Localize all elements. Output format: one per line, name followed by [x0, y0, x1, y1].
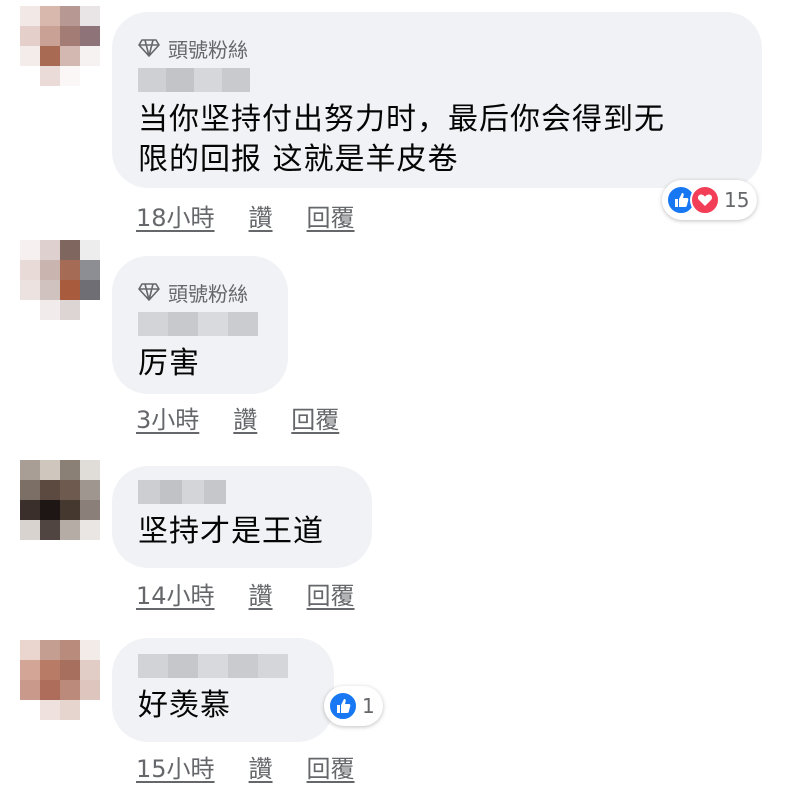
badge-label: 頭號粉絲 — [168, 37, 248, 62]
reply-button[interactable]: 回覆 — [307, 576, 355, 611]
top-fan-badge: 頭號粉絲 — [138, 278, 262, 306]
like-button[interactable]: 讚 — [249, 576, 273, 611]
avatar[interactable] — [20, 460, 100, 540]
comment-bubble: 好羡慕 — [112, 638, 334, 742]
author-name[interactable] — [138, 68, 736, 92]
comment-bubble: 頭號粉絲 厉害 — [112, 256, 288, 394]
love-icon — [690, 185, 720, 215]
timestamp-link[interactable]: 3小時 — [136, 400, 199, 435]
author-name[interactable] — [138, 312, 262, 336]
badge-label: 頭號粉絲 — [168, 281, 248, 306]
reaction-summary[interactable]: 1 — [324, 686, 383, 726]
like-button[interactable]: 讚 — [249, 198, 273, 233]
like-icon — [328, 691, 358, 721]
comment-bubble: 頭號粉絲 当你坚持付出努力时，最后你会得到无 限的回报 这就是羊皮卷 — [112, 12, 762, 188]
diamond-icon — [138, 283, 160, 301]
reply-button[interactable]: 回覆 — [307, 749, 355, 784]
top-fan-badge: 頭號粉絲 — [138, 34, 736, 62]
comment-actions: 18小時 讚 回覆 — [136, 198, 389, 233]
reaction-count: 1 — [362, 694, 375, 718]
reply-button[interactable]: 回覆 — [307, 198, 355, 233]
author-name[interactable] — [138, 480, 346, 504]
reaction-summary[interactable]: 15 — [662, 180, 758, 220]
comment-text: 当你坚持付出努力时，最后你会得到无 限的回报 这就是羊皮卷 — [138, 102, 665, 177]
comment-actions: 3小時 讚 回覆 — [136, 400, 373, 435]
reaction-count: 15 — [724, 188, 750, 212]
comment-actions: 14小時 讚 回覆 — [136, 576, 389, 611]
avatar[interactable] — [20, 6, 100, 86]
comment-text: 好羡慕 — [138, 688, 231, 723]
timestamp-link[interactable]: 18小時 — [136, 198, 215, 233]
like-button[interactable]: 讚 — [233, 400, 257, 435]
comment-actions: 15小時 讚 回覆 — [136, 749, 389, 784]
like-button[interactable]: 讚 — [249, 749, 273, 784]
avatar[interactable] — [20, 240, 100, 320]
avatar[interactable] — [20, 640, 100, 720]
diamond-icon — [138, 39, 160, 57]
comment-bubble: 坚持才是王道 — [112, 466, 372, 568]
comment-text: 厉害 — [138, 346, 200, 381]
comment-text: 坚持才是王道 — [138, 514, 324, 549]
reply-button[interactable]: 回覆 — [291, 400, 339, 435]
timestamp-link[interactable]: 15小時 — [136, 749, 215, 784]
timestamp-link[interactable]: 14小時 — [136, 576, 215, 611]
author-name[interactable] — [138, 654, 308, 678]
